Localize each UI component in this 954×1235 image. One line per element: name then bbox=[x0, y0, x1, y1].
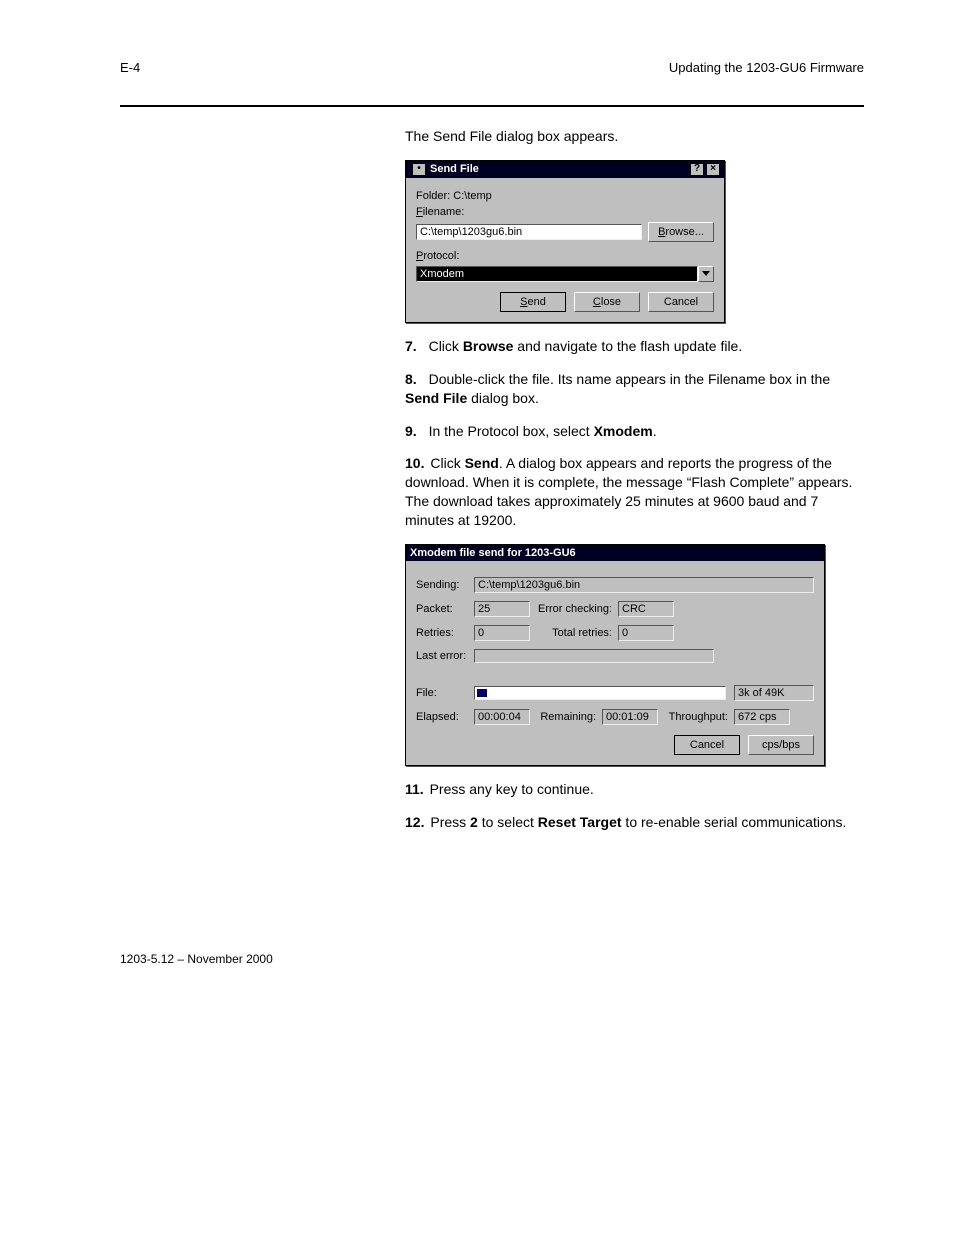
sending-value: C:\temp\1203gu6.bin bbox=[474, 577, 814, 593]
xmodem-progress-dialog: Xmodem file send for 1203-GU6 Sending: C… bbox=[405, 544, 825, 766]
step-12-num: 12. bbox=[405, 814, 424, 830]
send-file-dialog: • Send File ? × Folder: C:\temp Filename… bbox=[405, 160, 725, 323]
lasterr-value bbox=[474, 649, 714, 663]
throughput-label: Throughput: bbox=[658, 711, 734, 723]
send-file-title: Send File bbox=[426, 163, 688, 175]
lasterr-label: Last error: bbox=[416, 650, 474, 662]
intro-text: The Send File dialog box appears. bbox=[405, 127, 864, 146]
step-8-num: 8. bbox=[405, 371, 417, 387]
filename-label: Filename: bbox=[416, 206, 464, 218]
cancel-button[interactable]: Cancel bbox=[648, 292, 714, 312]
page-title: Updating the 1203-GU6 Firmware bbox=[669, 60, 864, 75]
help-icon[interactable]: ? bbox=[690, 163, 704, 176]
retries-label: Retries: bbox=[416, 627, 474, 639]
file-progress-text: 3k of 49K bbox=[734, 685, 814, 701]
progress-cancel-button[interactable]: Cancel bbox=[674, 735, 740, 755]
protocol-label: Protocol: bbox=[416, 250, 459, 262]
app-icon: • bbox=[412, 163, 426, 176]
xmodem-title: Xmodem file send for 1203-GU6 bbox=[410, 547, 820, 559]
step-7-num: 7. bbox=[405, 338, 417, 354]
file-progress-fill bbox=[477, 689, 487, 697]
page-number: E-4 bbox=[120, 60, 140, 75]
xmodem-titlebar: Xmodem file send for 1203-GU6 bbox=[406, 545, 824, 561]
step-9-num: 9. bbox=[405, 423, 417, 439]
remaining-value: 00:01:09 bbox=[602, 709, 658, 725]
browse-button[interactable]: Browse... bbox=[648, 222, 714, 242]
throughput-value: 672 cps bbox=[734, 709, 790, 725]
errchk-value: CRC bbox=[618, 601, 674, 617]
errchk-label: Error checking: bbox=[530, 603, 618, 615]
protocol-select[interactable]: Xmodem bbox=[416, 266, 698, 282]
packet-value: 25 bbox=[474, 601, 530, 617]
protocol-dropdown-icon[interactable] bbox=[698, 266, 714, 282]
remaining-label: Remaining: bbox=[530, 711, 602, 723]
totret-label: Total retries: bbox=[530, 627, 618, 639]
file-label: File: bbox=[416, 687, 474, 699]
packet-label: Packet: bbox=[416, 603, 474, 615]
retries-value: 0 bbox=[474, 625, 530, 641]
close-icon[interactable]: × bbox=[706, 163, 720, 176]
elapsed-label: Elapsed: bbox=[416, 711, 474, 723]
send-file-titlebar: • Send File ? × bbox=[406, 161, 724, 178]
step-11-num: 11. bbox=[405, 781, 424, 797]
sending-label: Sending: bbox=[416, 579, 474, 591]
close-button[interactable]: Close bbox=[574, 292, 640, 312]
cpsbps-button[interactable]: cps/bps bbox=[748, 735, 814, 755]
step-10-num: 10. bbox=[405, 455, 424, 471]
totret-value: 0 bbox=[618, 625, 674, 641]
header-rule bbox=[120, 105, 864, 107]
send-button[interactable]: Send bbox=[500, 292, 566, 312]
elapsed-value: 00:00:04 bbox=[474, 709, 530, 725]
footer-text: 1203-5.12 – November 2000 bbox=[120, 952, 864, 966]
filename-input[interactable]: C:\temp\1203gu6.bin bbox=[416, 224, 642, 240]
file-progressbar bbox=[474, 686, 726, 700]
folder-label: Folder: C:\temp bbox=[416, 190, 492, 202]
